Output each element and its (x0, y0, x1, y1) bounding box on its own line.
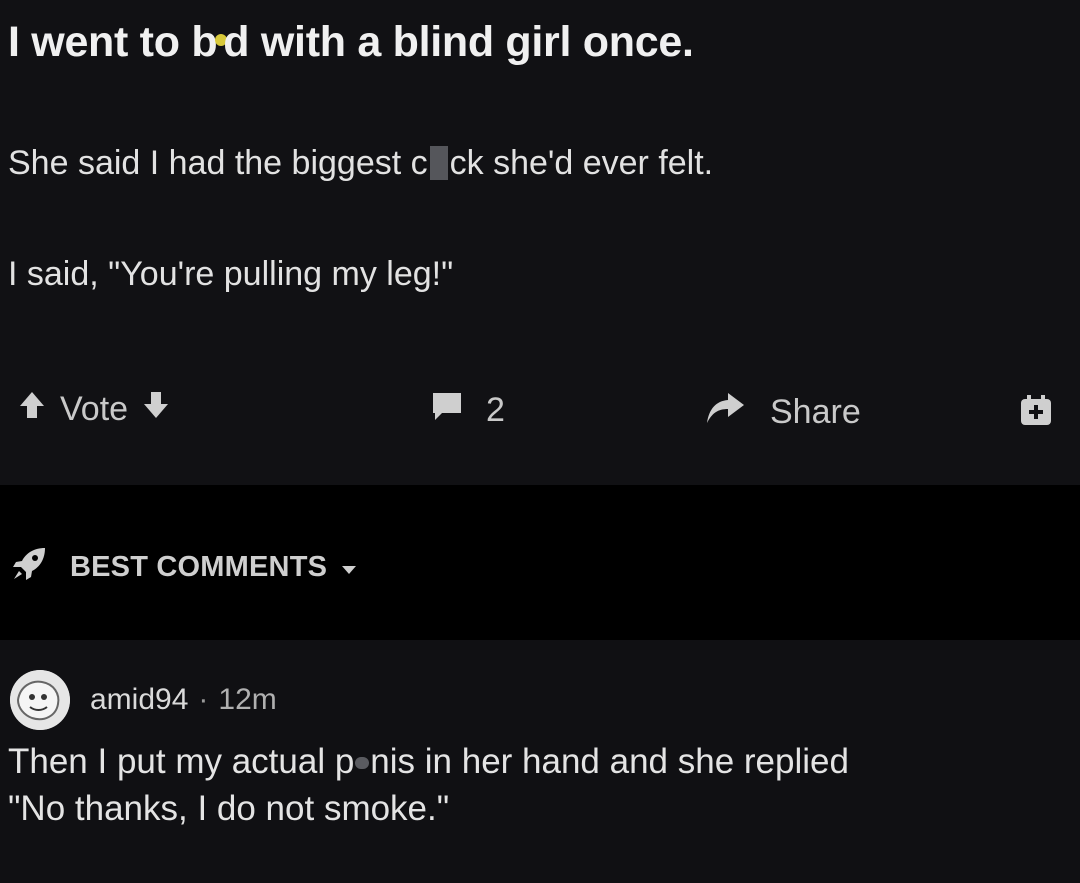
comment-line-2: "No thanks, I do not smoke." (8, 789, 450, 828)
vote-label: Vote (60, 390, 129, 428)
comment-icon (430, 390, 464, 431)
chevron-down-icon (341, 551, 357, 584)
downvote-icon[interactable] (142, 390, 170, 429)
comment-age: 12m (218, 683, 277, 716)
comment-text-end: nis in her hand and she replied (370, 742, 849, 781)
censor-block (355, 757, 370, 769)
vote-control: Vote (18, 390, 170, 429)
body-text-end: ck she'd ever felt. (449, 144, 714, 182)
avatar[interactable] (10, 670, 70, 730)
share-icon (704, 390, 746, 435)
comments-section-header: BEST COMMENTS (0, 485, 1080, 640)
comments-button[interactable]: 2 (430, 390, 505, 431)
post-card: I went to bd with a blind girl once. She… (0, 0, 1080, 485)
upvote-icon[interactable] (18, 390, 46, 429)
sort-comments-button[interactable]: BEST COMMENTS (12, 545, 357, 589)
comment-header: amid94 · 12m (10, 670, 277, 730)
share-button[interactable]: Share (704, 390, 861, 435)
add-icon[interactable] (1018, 394, 1054, 433)
post-title: I went to bd with a blind girl once. (8, 18, 694, 67)
comment-text-start: Then I put my actual p (8, 742, 355, 781)
post-body-line: She said I had the biggest c ck she'd eve… (8, 144, 713, 183)
body-text-start: She said I had the biggest c (8, 144, 428, 182)
comment-card: amid94 · 12m Then I put my actual p nis i… (0, 640, 1080, 883)
comment-body: Then I put my actual p nis in her hand an… (8, 738, 1078, 832)
rocket-icon (12, 545, 48, 589)
sort-label: BEST COMMENTS (70, 550, 328, 583)
post-body-line-2: I said, "You're pulling my leg!" (8, 255, 454, 293)
share-label: Share (770, 393, 861, 431)
comment-username[interactable]: amid94 (90, 683, 188, 717)
title-text-start: I went to b (8, 18, 218, 66)
comment-count: 2 (486, 391, 505, 429)
meta-separator: · (198, 683, 209, 716)
title-text-end: d with a blind girl once. (223, 18, 694, 66)
post-action-bar: Vote 2 Share (0, 380, 1080, 440)
censor-block (429, 146, 448, 180)
comment-line-1: Then I put my actual p nis in her hand an… (8, 738, 1078, 785)
